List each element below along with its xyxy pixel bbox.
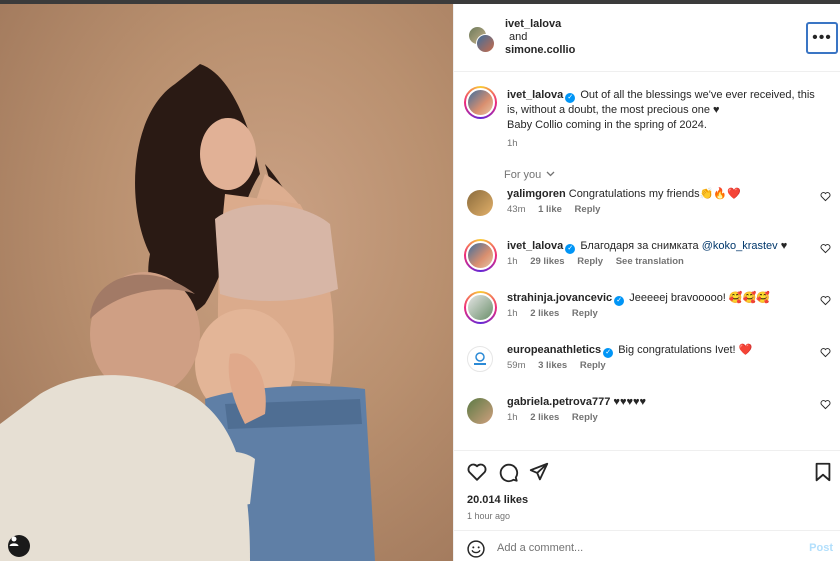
caption-line2: Baby Collio coming in the spring of 2024…: [507, 118, 707, 131]
save-bookmark-icon[interactable]: [812, 461, 834, 483]
username-link[interactable]: gabriela.petrova777: [507, 396, 610, 408]
username-link[interactable]: strahinja.jovancevic: [507, 292, 612, 304]
person-icon: [9, 536, 19, 546]
verified-icon: ✓: [614, 296, 625, 306]
username-link[interactable]: ivet_lalova: [505, 18, 575, 31]
comment-time: 43m: [507, 204, 526, 215]
reply-button[interactable]: Reply: [572, 308, 598, 319]
for-you-filter[interactable]: For you: [504, 169, 555, 181]
comment-text: Jeeeeej bravooooo! 🥰🥰🥰: [629, 292, 771, 304]
username-link[interactable]: simone.collio: [505, 44, 575, 57]
avatar[interactable]: [464, 86, 497, 119]
share-icon[interactable]: [528, 461, 550, 483]
more-icon: •••: [812, 29, 832, 46]
reply-button[interactable]: Reply: [575, 204, 601, 215]
post-detail-panel: ivet_lalova and simone.collio ••• ivet_l…: [453, 4, 840, 561]
post-button[interactable]: Post: [809, 542, 833, 554]
chevron-down-icon: [546, 171, 555, 177]
avatar[interactable]: [467, 346, 493, 372]
comment-time: 1h: [507, 256, 518, 267]
username-link[interactable]: ivet_lalova: [507, 89, 563, 101]
see-translation-button[interactable]: See translation: [616, 256, 684, 267]
add-comment-bar: Post: [454, 530, 840, 561]
collab-usernames: ivet_lalova and simone.collio: [505, 18, 575, 57]
avatar[interactable]: [467, 190, 493, 216]
verified-icon: ✓: [565, 93, 576, 103]
post-header: ivet_lalova and simone.collio •••: [454, 4, 840, 72]
comment-item: ivet_lalova ✓ Благодаря за снимката @koko…: [464, 239, 839, 285]
avatar[interactable]: [467, 398, 493, 424]
comment-icon[interactable]: [497, 461, 519, 483]
collab-avatars[interactable]: [468, 26, 496, 54]
heart-icon[interactable]: [820, 191, 831, 202]
comment-likes[interactable]: 2 likes: [530, 412, 559, 423]
tag-user-button[interactable]: [8, 535, 30, 557]
verified-icon: ✓: [603, 348, 614, 358]
more-options-button[interactable]: •••: [806, 22, 838, 54]
username-link[interactable]: yalimgoren: [507, 188, 566, 200]
heart-icon[interactable]: [820, 347, 831, 358]
comment-likes[interactable]: 1 like: [538, 204, 562, 215]
comment-text: Congratulations my friends👏🔥❤️: [568, 188, 741, 200]
emoji-icon[interactable]: [466, 539, 486, 559]
caption-time: 1h: [507, 138, 518, 149]
comment-text: Big congratulations Ivet! ❤️: [618, 344, 753, 356]
comment-likes[interactable]: 3 likes: [538, 360, 567, 371]
photo-illustration: [0, 64, 375, 561]
reply-button[interactable]: Reply: [577, 256, 603, 267]
like-heart-icon[interactable]: [466, 461, 488, 483]
avatar: [476, 34, 495, 53]
comments-list[interactable]: ivet_lalova ✓ Out of all the blessings we…: [454, 72, 840, 450]
heart-icon[interactable]: [820, 399, 831, 410]
comment-input[interactable]: [497, 539, 777, 557]
comment-suffix: ♥: [777, 240, 788, 252]
comment-item: strahinja.jovancevic ✓ Jeeeeej bravooooo!…: [464, 291, 839, 337]
reply-button[interactable]: Reply: [572, 412, 598, 423]
avatar[interactable]: [464, 239, 497, 272]
verified-icon: ✓: [565, 244, 576, 254]
username-link[interactable]: europeanathletics: [507, 344, 601, 356]
avatar[interactable]: [464, 291, 497, 324]
comment-likes[interactable]: 2 likes: [530, 308, 559, 319]
post-time: 1 hour ago: [467, 511, 511, 521]
mention-link[interactable]: @koko_krastev: [702, 240, 778, 252]
heart-icon[interactable]: [820, 243, 831, 254]
username-link[interactable]: ivet_lalova: [507, 240, 563, 252]
post-photo[interactable]: [0, 4, 453, 561]
comment-time: 1h: [507, 308, 518, 319]
reply-button[interactable]: Reply: [580, 360, 606, 371]
european-athletics-logo-icon: [474, 352, 486, 365]
and-text: and: [509, 31, 528, 43]
heart-icon[interactable]: [820, 295, 831, 306]
comment-item: europeanathletics ✓ Big congratulations I…: [464, 343, 839, 389]
comment-time: 59m: [507, 360, 526, 371]
likes-count[interactable]: 20.014 likes: [467, 494, 528, 506]
comment-item: yalimgoren Congratulations my friends👏🔥❤…: [464, 187, 839, 233]
comment-item: gabriela.petrova777 ♥♥♥♥♥ 1h 2 likes Rep…: [464, 395, 839, 441]
post-actions: 20.014 likes 1 hour ago: [454, 450, 840, 530]
comment-text: ♥♥♥♥♥: [613, 396, 647, 408]
comment-time: 1h: [507, 412, 518, 423]
comment-text: Благодаря за снимката: [580, 240, 699, 252]
comment-likes[interactable]: 29 likes: [530, 256, 564, 267]
